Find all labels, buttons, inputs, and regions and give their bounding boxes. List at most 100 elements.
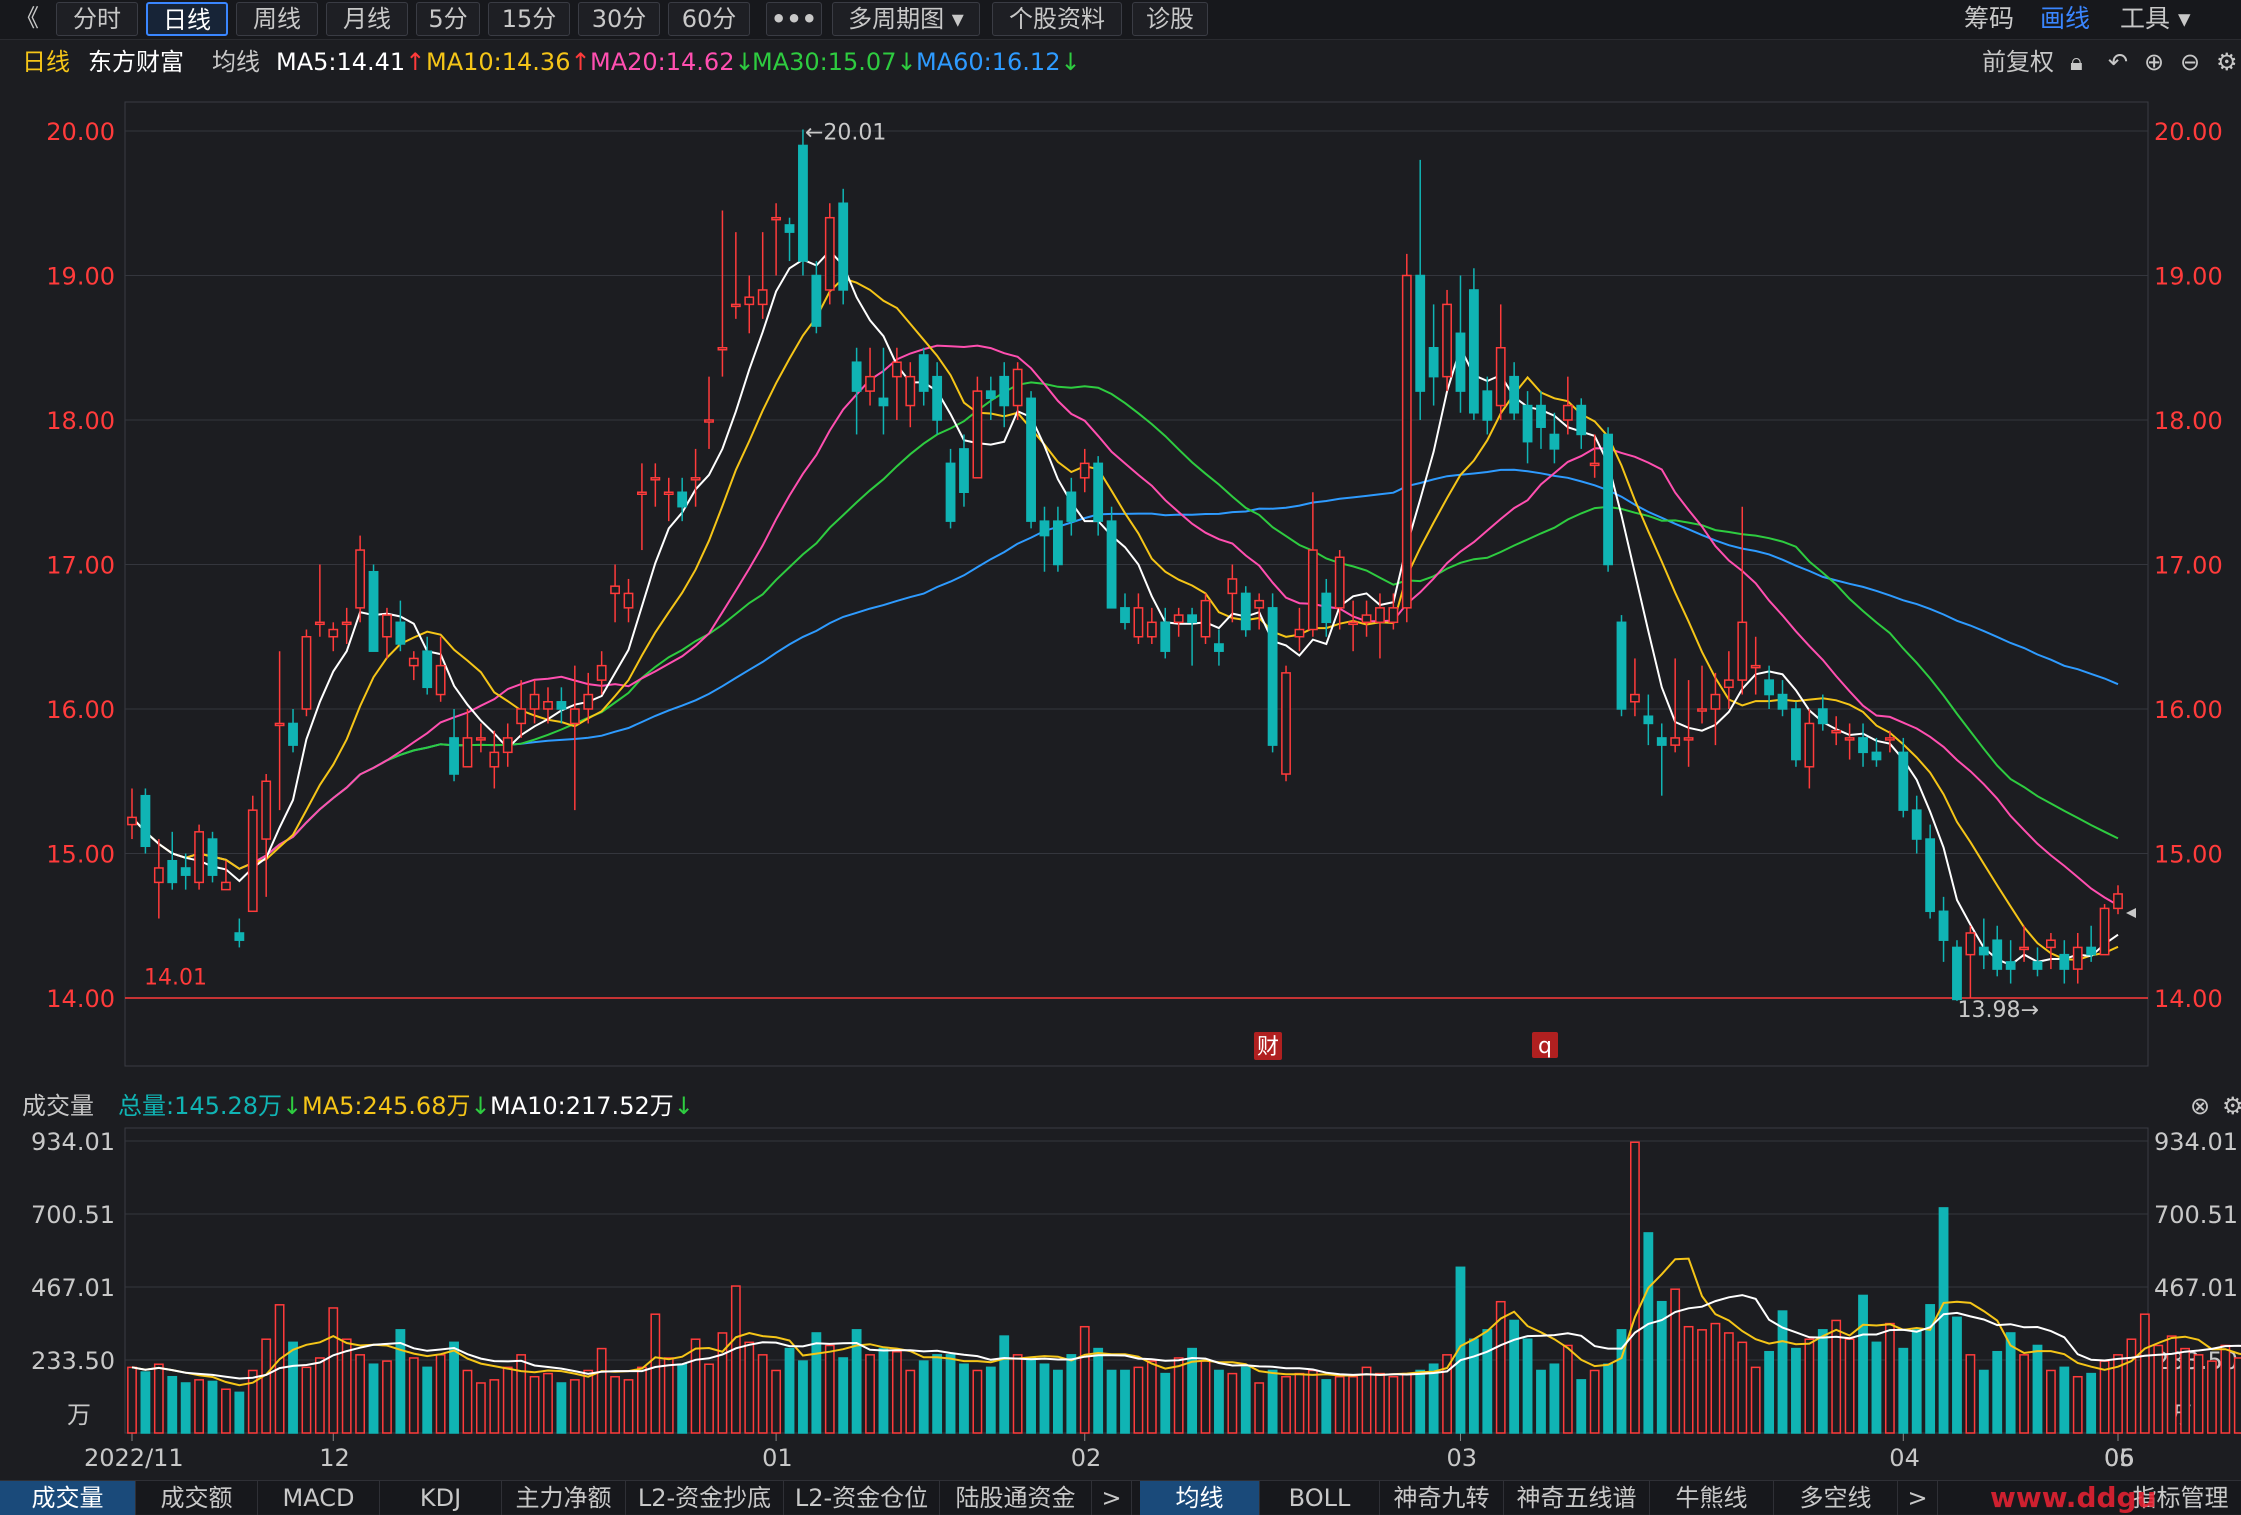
tab-turnover[interactable]: 成交额 xyxy=(136,1481,258,1515)
volume-bar xyxy=(1630,1141,1640,1434)
candle-body xyxy=(1589,462,1600,467)
volume-bar xyxy=(972,1369,983,1434)
tab-kdj[interactable]: KDJ xyxy=(380,1481,502,1515)
candle-body xyxy=(824,216,835,291)
kline-chart[interactable]: 20.00 20.00 19.00 19.00 18.00 18.00 17.00 17.00… xyxy=(0,0,2241,1480)
tab-long-short[interactable]: 多空线 xyxy=(1774,1481,1898,1515)
volume-bar xyxy=(1536,1369,1546,1434)
candle xyxy=(1294,607,1305,652)
candle-body xyxy=(556,701,567,710)
tab-main-net[interactable]: 主力净额 xyxy=(502,1481,626,1515)
candle-body xyxy=(1039,520,1050,537)
candle xyxy=(704,376,714,449)
candle-body xyxy=(234,932,245,941)
candle-body xyxy=(435,664,446,696)
candle-body xyxy=(798,144,808,262)
volume-bar xyxy=(905,1369,916,1434)
tab-northbound[interactable]: 陆股通资金 xyxy=(940,1481,1092,1515)
tab-volume[interactable]: 成交量 xyxy=(0,1481,136,1515)
volume-bar xyxy=(153,1363,164,1434)
candle xyxy=(905,362,916,428)
candle xyxy=(1965,925,1976,998)
tab-bull-bear[interactable]: 牛熊线 xyxy=(1650,1481,1774,1515)
volume-bar xyxy=(757,1354,768,1434)
tabs-scroll-right-2[interactable]: > xyxy=(1898,1481,1938,1515)
candle-body xyxy=(1536,404,1546,428)
price-tick-right: 19.00 xyxy=(2154,263,2223,291)
candle xyxy=(1911,795,1922,854)
volume-bar xyxy=(1294,1372,1305,1434)
volume-bar xyxy=(1348,1375,1359,1434)
volume-tick-left: 700.51 xyxy=(31,1201,115,1229)
tab-l2-position[interactable]: L2-资金仓位 xyxy=(784,1481,940,1515)
price-tick-right: 16.00 xyxy=(2154,696,2223,724)
tab-macd[interactable]: MACD xyxy=(258,1481,380,1515)
tab-ma[interactable]: 均线 xyxy=(1140,1481,1260,1515)
candle-body xyxy=(1804,722,1815,768)
candle xyxy=(516,680,527,738)
volume-bar xyxy=(1200,1360,1211,1434)
candle xyxy=(798,129,808,276)
tabs-scroll-right[interactable]: > xyxy=(1092,1481,1132,1515)
candle-body xyxy=(918,354,929,392)
candle-body xyxy=(1442,303,1452,378)
candle-body xyxy=(194,831,205,884)
candle xyxy=(382,607,392,659)
candle xyxy=(435,636,446,702)
candle-body xyxy=(1294,628,1305,638)
volume-bar xyxy=(180,1382,191,1434)
candle xyxy=(462,709,473,768)
candle-body xyxy=(1911,809,1922,840)
candle xyxy=(1455,275,1466,413)
candle-body xyxy=(1334,556,1345,609)
candle-body xyxy=(650,477,661,481)
volume-bar xyxy=(1039,1363,1050,1434)
candle-body xyxy=(1455,332,1466,392)
volume-bar xyxy=(744,1341,755,1434)
candle-body xyxy=(2005,961,2016,970)
tab-l2-bottom[interactable]: L2-资金抄底 xyxy=(626,1481,784,1515)
candle xyxy=(1952,940,1962,1001)
candle-body xyxy=(2086,946,2097,956)
watermark: www.ddgu xyxy=(1990,1481,2157,1514)
tab-nine-turn[interactable]: 神奇九转 xyxy=(1380,1481,1504,1515)
candle-body xyxy=(771,216,782,221)
candle-body xyxy=(865,375,875,392)
volume-bar xyxy=(1723,1332,1734,1434)
candle-body xyxy=(1831,729,1842,734)
volume-bar xyxy=(502,1366,513,1434)
candle-body xyxy=(1227,578,1238,595)
volume-bar xyxy=(301,1366,312,1434)
volume-bar xyxy=(1227,1372,1238,1434)
candle xyxy=(663,477,674,522)
candle xyxy=(1120,593,1130,630)
volume-bar xyxy=(556,1382,567,1434)
candle xyxy=(1026,391,1036,529)
tab-five-line[interactable]: 神奇五线谱 xyxy=(1504,1481,1650,1515)
candle xyxy=(1066,477,1077,536)
candle-body xyxy=(1361,614,1372,624)
candle xyxy=(247,795,258,913)
volume-bar xyxy=(207,1380,218,1434)
candle-body xyxy=(596,664,607,681)
volume-bar xyxy=(1952,1316,1962,1434)
volume-bar xyxy=(543,1372,553,1434)
price-tick-right: 14.00 xyxy=(2154,985,2223,1013)
candle-body xyxy=(1764,679,1775,696)
volume-bar xyxy=(596,1347,607,1434)
tab-boll[interactable]: BOLL xyxy=(1260,1481,1380,1515)
candle-body xyxy=(153,867,164,884)
candle xyxy=(1992,925,2003,977)
candle-body xyxy=(1643,715,1654,725)
candle xyxy=(1307,492,1318,637)
candle-body xyxy=(489,751,500,768)
indicator-tabs: 成交量 成交额 MACD KDJ 主力净额 L2-资金抄底 L2-资金仓位 陆股… xyxy=(0,1480,2241,1515)
candle xyxy=(1240,586,1251,637)
volume-bar xyxy=(2193,1354,2204,1434)
volume-bar xyxy=(932,1354,943,1434)
volume-bar xyxy=(1509,1319,1520,1434)
candle xyxy=(1697,665,1707,724)
candle xyxy=(596,651,607,695)
candle-body xyxy=(408,657,419,667)
candle-body xyxy=(167,859,178,884)
